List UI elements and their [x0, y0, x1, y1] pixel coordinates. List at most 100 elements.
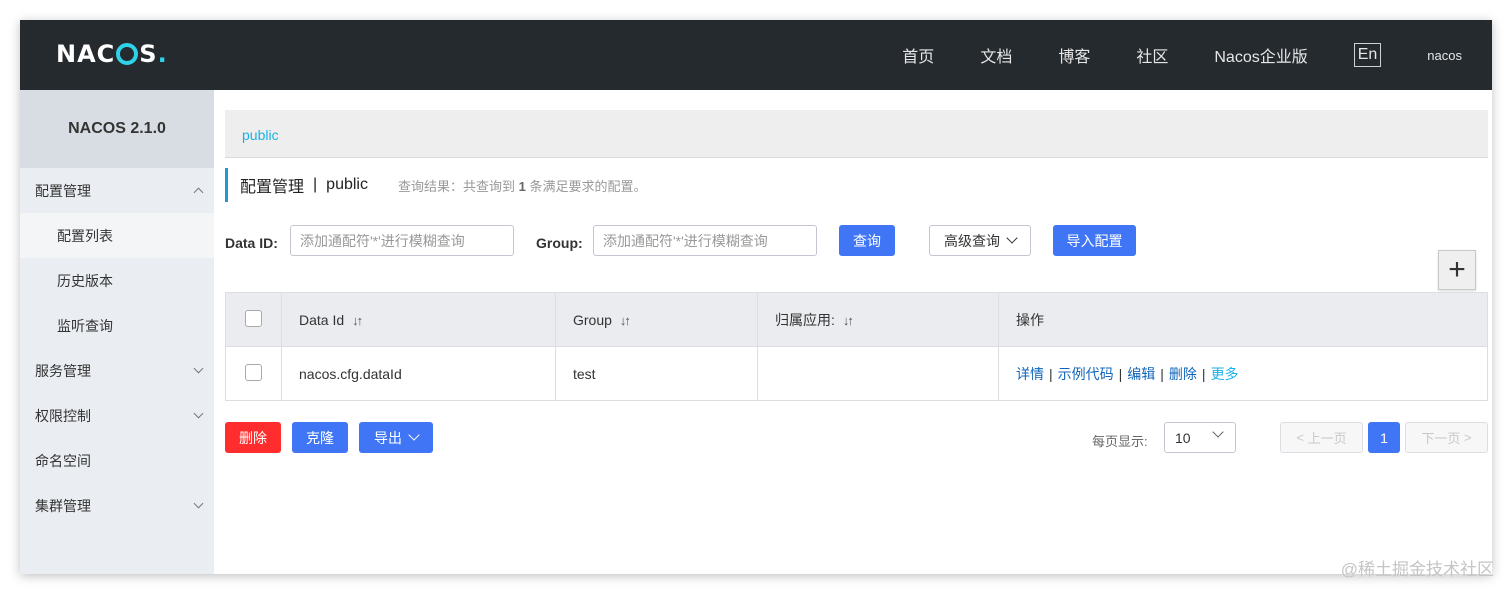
group-input[interactable]: 添加通配符'*'进行模糊查询	[593, 225, 817, 256]
prev-label: 上一页	[1307, 431, 1347, 446]
main-content: public 配置管理 | public 查询结果：共查询到 1 条满足要求的配…	[214, 90, 1492, 574]
page-size-label: 每页显示:	[1092, 434, 1148, 449]
nav-home[interactable]: 首页	[902, 43, 934, 67]
export-button[interactable]: 导出	[359, 422, 433, 453]
divider: |	[1118, 365, 1123, 382]
sidebar-item-history[interactable]: 历史版本	[20, 258, 214, 303]
header-label: Group	[573, 311, 612, 328]
top-nav: 首页 文档 博客 社区 Nacos企业版 En nacos	[856, 20, 1462, 90]
logo-dot: .	[157, 40, 168, 68]
cell-operations: 详情 | 示例代码 | 编辑 | 删除 | 更多	[998, 346, 1488, 401]
chevron-right-icon: >	[1460, 430, 1472, 445]
sidebar-item-config-list[interactable]: 配置列表	[20, 213, 214, 258]
nav-enterprise[interactable]: Nacos企业版	[1214, 43, 1307, 67]
sidebar-item-label: 权限控制	[35, 407, 91, 424]
row-checkbox[interactable]	[245, 363, 262, 381]
logo-text-a: A	[77, 40, 97, 68]
data-id-label: Data ID:	[225, 235, 278, 251]
data-id-input[interactable]: 添加通配符'*'进行模糊查询	[290, 225, 514, 256]
details-link[interactable]: 详情	[1016, 366, 1044, 382]
user-menu[interactable]: nacos	[1427, 48, 1462, 63]
sort-icon[interactable]: ↓↑	[352, 313, 363, 328]
logo-text-c: C	[96, 40, 116, 68]
batch-delete-button[interactable]: 删除	[225, 422, 281, 453]
import-config-button[interactable]: 导入配置	[1053, 225, 1136, 256]
chevron-down-icon	[1006, 232, 1018, 244]
divider: |	[1160, 365, 1164, 382]
chevron-up-icon	[193, 187, 204, 198]
page-number-1[interactable]: 1	[1368, 422, 1400, 453]
column-header-app[interactable]: 归属应用: ↓↑	[757, 292, 999, 347]
nav-community[interactable]: 社区	[1136, 43, 1168, 67]
sidebar-item-label: 集群管理	[35, 497, 91, 514]
sidebar-item-service-management[interactable]: 服务管理	[20, 348, 214, 393]
sidebar-item-listener-query[interactable]: 监听查询	[20, 303, 214, 348]
chevron-down-icon	[193, 363, 204, 374]
result-count: 1	[518, 178, 526, 194]
logo-ring-icon	[116, 43, 139, 65]
advanced-query-button[interactable]: 高级查询	[929, 225, 1031, 256]
edit-link[interactable]: 编辑	[1127, 366, 1155, 382]
namespace-tab-public[interactable]: public	[242, 127, 279, 143]
app-window: NACS. 首页 文档 博客 社区 Nacos企业版 En nacos NACO…	[20, 20, 1492, 574]
chevron-down-icon	[1212, 426, 1224, 438]
prev-page-button[interactable]: < 上一页	[1280, 422, 1363, 453]
sidebar-item-access-control[interactable]: 权限控制	[20, 393, 214, 438]
header-label: 归属应用:	[775, 311, 835, 328]
watermark: @稀土掘金技术社区	[1340, 560, 1494, 579]
column-header-operations: 操作	[998, 292, 1488, 347]
page-size-value: 10	[1175, 429, 1191, 446]
search-form: Data ID: 添加通配符'*'进行模糊查询 Group: 添加通配符'*'进…	[225, 225, 1492, 261]
column-header-group[interactable]: Group ↓↑	[555, 292, 758, 347]
sidebar-item-label: 配置管理	[35, 182, 91, 199]
more-link[interactable]: 更多	[1211, 366, 1239, 382]
group-label: Group:	[536, 235, 583, 251]
nav-blog[interactable]: 博客	[1058, 43, 1090, 67]
next-label: 下一页	[1421, 431, 1461, 446]
result-prefix: 查询结果：共查询到	[397, 178, 515, 194]
chevron-down-icon	[193, 498, 204, 509]
cell-app	[757, 346, 999, 401]
row-select-cell	[225, 346, 282, 401]
page-title-module: 配置管理	[240, 179, 305, 196]
top-navbar: NACS. 首页 文档 博客 社区 Nacos企业版 En nacos	[20, 20, 1492, 90]
nav-docs[interactable]: 文档	[980, 43, 1012, 67]
query-result-text: 查询结果：共查询到 1 条满足要求的配置。	[398, 176, 647, 195]
sidebar-item-label: 命名空间	[35, 452, 91, 469]
cell-data-id: nacos.cfg.dataId	[281, 346, 556, 401]
sidebar-item-cluster-management[interactable]: 集群管理	[20, 483, 214, 528]
sidebar-item-namespace[interactable]: 命名空间	[20, 438, 214, 483]
namespace-bar: public	[225, 110, 1488, 158]
page-size-select[interactable]: 10	[1164, 422, 1236, 453]
logo-text-s: S	[139, 40, 158, 68]
result-suffix: 条满足要求的配置。	[529, 178, 647, 194]
delete-link[interactable]: 删除	[1169, 366, 1197, 382]
header-label: 操作	[1016, 311, 1044, 328]
sidebar: NACOS 2.1.0 配置管理 配置列表 历史版本 监听查询 服务管理 权限控…	[20, 90, 214, 574]
sort-icon[interactable]: ↓↑	[843, 313, 854, 328]
language-switch-button[interactable]: En	[1353, 43, 1382, 67]
table-header-row: Data Id ↓↑ Group ↓↑ 归属应用: ↓↑ 操作	[225, 292, 1488, 347]
next-page-button[interactable]: 下一页 >	[1405, 422, 1488, 453]
sidebar-item-config-management[interactable]: 配置管理	[20, 168, 214, 213]
header-label: Data Id	[299, 311, 345, 328]
sort-icon[interactable]: ↓↑	[620, 313, 631, 328]
chevron-down-icon	[408, 429, 420, 441]
query-button[interactable]: 查询	[839, 225, 895, 256]
sample-code-link[interactable]: 示例代码	[1058, 366, 1114, 382]
export-label: 导出	[374, 429, 402, 446]
sidebar-item-label: 服务管理	[35, 362, 91, 379]
select-all-cell	[225, 292, 282, 347]
config-table: Data Id ↓↑ Group ↓↑ 归属应用: ↓↑ 操作 nacos.cfg.d…	[225, 292, 1488, 401]
table-footer: 删除 克隆 导出 每页显示: 10 < 上一页 1 下一页 >	[225, 422, 1492, 456]
select-all-checkbox[interactable]	[245, 309, 262, 327]
chevron-down-icon	[193, 408, 204, 419]
clone-button[interactable]: 克隆	[292, 422, 348, 453]
add-config-button[interactable]: +	[1438, 250, 1476, 290]
cell-group: test	[555, 346, 758, 401]
logo-text-n: N	[56, 40, 78, 68]
column-header-data-id[interactable]: Data Id ↓↑	[281, 292, 556, 347]
page-title-namespace: public	[326, 176, 368, 193]
sidebar-version-title: NACOS 2.1.0	[20, 90, 214, 168]
nacos-logo[interactable]: NACS.	[56, 38, 168, 70]
